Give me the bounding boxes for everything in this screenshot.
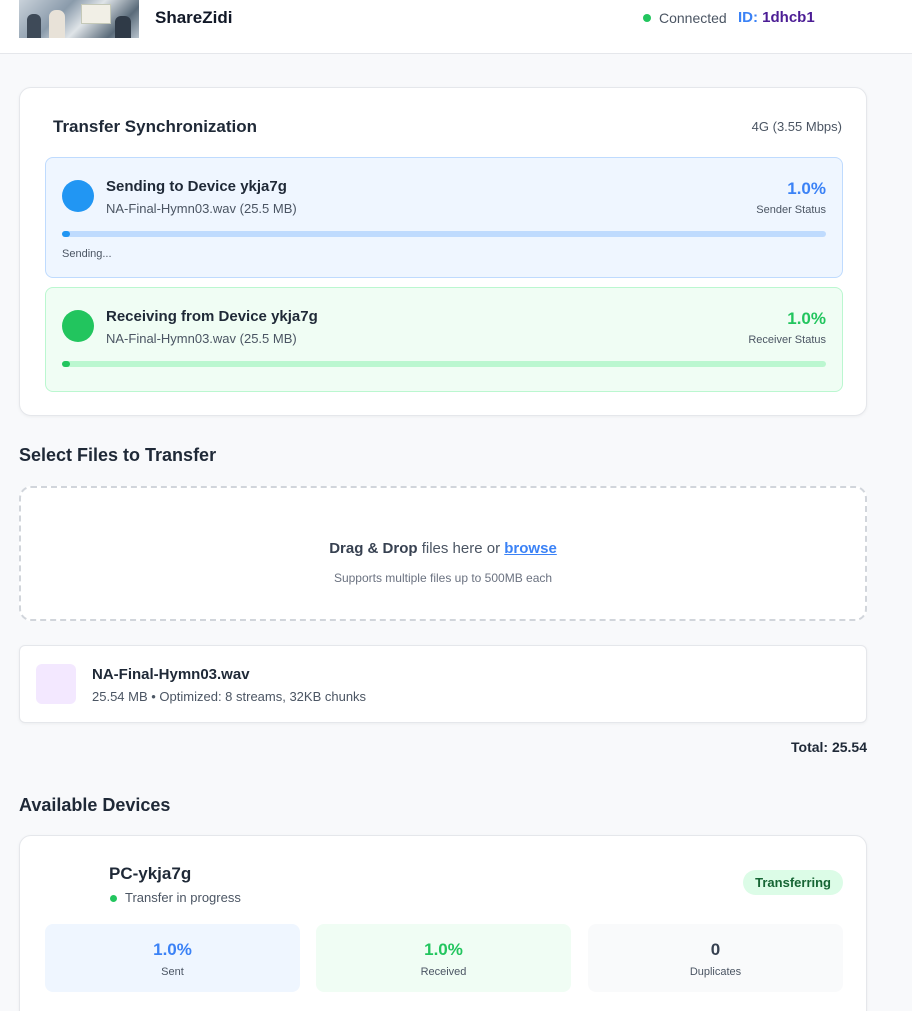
sender-progress-fill	[62, 231, 70, 237]
drop-zone-bold: Drag & Drop	[329, 540, 418, 557]
stat-received-label: Received	[420, 966, 467, 978]
sender-note: Sending...	[62, 248, 112, 260]
transfer-sync-title: Transfer Synchronization	[53, 117, 258, 136]
stat-received: 1.0% Received	[316, 924, 571, 992]
receiver-progress-fill	[62, 361, 70, 367]
device-id-value: 1dhcb1	[762, 9, 815, 26]
sender-progress-bar	[62, 231, 826, 237]
browse-link[interactable]: browse	[504, 540, 557, 557]
device-id-label: ID:	[738, 9, 758, 26]
app-title: ShareZidi	[155, 8, 233, 27]
device-card[interactable]: PC-ykja7g Transfer in progress Transferr…	[19, 835, 867, 1011]
file-thumbnail-icon	[36, 664, 76, 704]
network-speed: 4G (3.55 Mbps)	[751, 119, 842, 134]
receiver-title: Receiving from Device ykja7g	[106, 308, 318, 325]
stat-sent-label: Sent	[161, 966, 184, 978]
sender-role-label: Sender Status	[756, 204, 826, 216]
logo-image	[19, 0, 139, 38]
sender-title: Sending to Device ykja7g	[106, 178, 287, 195]
drop-zone-middle: files here or	[417, 540, 505, 557]
transfer-sync-card: Transfer Synchronization 4G (3.55 Mbps) …	[19, 87, 867, 416]
file-drop-zone[interactable]: Drag & Drop files here or browse Support…	[19, 486, 867, 621]
sender-avatar-icon	[62, 180, 94, 212]
device-status-dot-icon	[110, 895, 117, 902]
device-status: Transfer in progress	[125, 890, 241, 905]
drop-zone-hint: Supports multiple files up to 500MB each	[333, 571, 553, 585]
receiver-avatar-icon	[62, 310, 94, 342]
file-name: NA-Final-Hymn03.wav	[92, 666, 250, 683]
sender-status-panel: Sending to Device ykja7g NA-Final-Hymn03…	[45, 157, 843, 278]
connection-status: Connected	[659, 10, 727, 26]
receiver-progress-bar	[62, 361, 826, 367]
device-id: ID: 1dhcb1	[738, 9, 815, 26]
device-name: PC-ykja7g	[109, 864, 192, 883]
stat-duplicates-label: Duplicates	[689, 966, 742, 978]
total-size: Total: 25.54	[791, 739, 867, 755]
receiver-percent: 1.0%	[787, 309, 826, 328]
sender-file: NA-Final-Hymn03.wav (25.5 MB)	[106, 201, 297, 216]
file-list-item[interactable]: NA-Final-Hymn03.wav 25.54 MB • Optimized…	[19, 645, 867, 723]
select-files-title: Select Files to Transfer	[19, 445, 217, 465]
connection-status-dot-icon	[643, 14, 651, 22]
stat-received-value: 1.0%	[424, 940, 463, 959]
file-meta: 25.54 MB • Optimized: 8 streams, 32KB ch…	[92, 689, 367, 704]
stat-sent: 1.0% Sent	[45, 924, 300, 992]
available-devices-title: Available Devices	[19, 795, 171, 815]
stat-duplicates: 0 Duplicates	[588, 924, 843, 992]
receiver-role-label: Receiver Status	[748, 334, 826, 346]
stat-sent-value: 1.0%	[153, 940, 192, 959]
stat-duplicates-value: 0	[710, 940, 721, 959]
sender-percent: 1.0%	[787, 179, 826, 198]
receiver-file: NA-Final-Hymn03.wav (25.5 MB)	[106, 331, 297, 346]
app-header: ShareZidi Connected ID: 1dhcb1	[0, 0, 912, 54]
receiver-status-panel: Receiving from Device ykja7g NA-Final-Hy…	[45, 287, 843, 392]
drop-zone-text: Drag & Drop files here or browse	[21, 540, 865, 557]
status-badge: Transferring	[743, 870, 843, 895]
